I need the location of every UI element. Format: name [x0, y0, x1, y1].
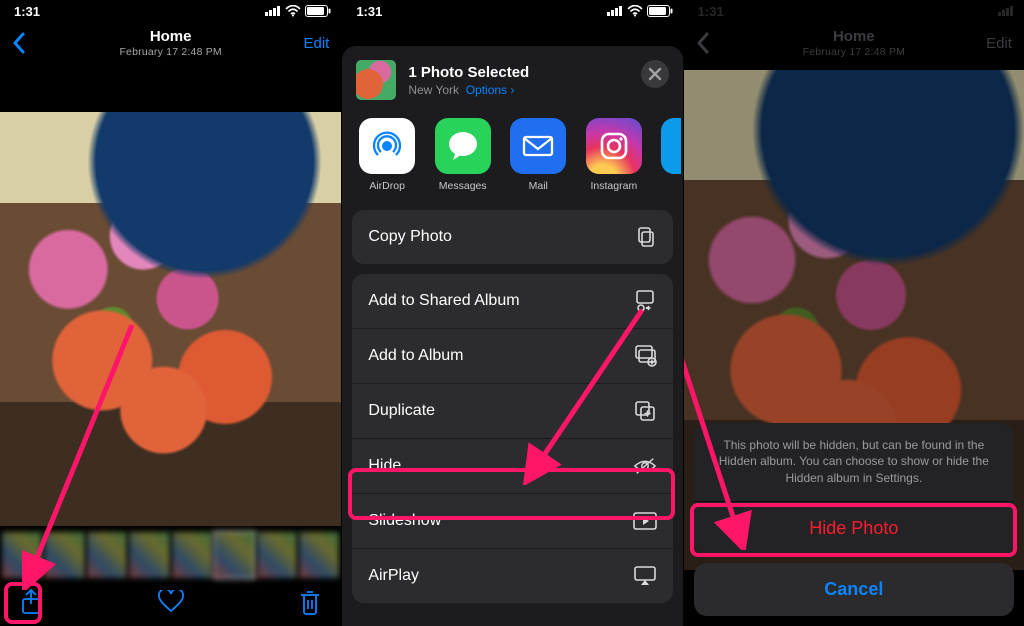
cell-signal-icon: [607, 6, 623, 16]
photo-viewer[interactable]: [0, 112, 341, 526]
thumbnail[interactable]: [129, 532, 169, 578]
page-title: Home: [0, 29, 341, 44]
app-mail[interactable]: Mail: [509, 118, 567, 192]
mail-icon: [510, 118, 566, 174]
hide-photo-button[interactable]: Hide Photo: [694, 501, 1014, 555]
page-title: Home: [684, 29, 1024, 44]
app-label: Instagram: [585, 180, 643, 192]
favorite-button[interactable]: [158, 589, 184, 615]
thumbnail[interactable]: [87, 532, 127, 578]
action-duplicate[interactable]: Duplicate: [352, 384, 672, 439]
back-button[interactable]: [12, 32, 26, 54]
add-album-icon: [633, 344, 657, 368]
confirm-message: This photo will be hidden, but can be fo…: [694, 423, 1014, 501]
thumbnail-selected[interactable]: [214, 532, 254, 578]
share-button[interactable]: [18, 589, 44, 615]
share-title: 1 Photo Selected: [408, 64, 529, 81]
photo-content: [0, 112, 341, 526]
cell-signal-icon: [265, 6, 281, 16]
edit-button[interactable]: Edit: [303, 35, 329, 52]
clock: 1:31: [356, 4, 382, 19]
airplay-icon: [633, 564, 657, 588]
action-label: Add to Shared Album: [368, 292, 519, 310]
nav-bar: Home February 17 2:48 PM Edit: [0, 22, 341, 64]
hide-icon: [633, 454, 657, 478]
action-label: Hide: [368, 457, 401, 475]
panel-hide-confirm: 1:31 Home February 17 2:48 PM Edit This …: [683, 0, 1024, 626]
status-right: [265, 5, 331, 17]
airdrop-icon: [359, 118, 415, 174]
app-label: Mail: [509, 180, 567, 192]
instagram-icon: [586, 118, 642, 174]
page-subtitle: February 17 2:48 PM: [0, 46, 341, 58]
app-messages[interactable]: Messages: [434, 118, 492, 192]
options-link[interactable]: Options ›: [466, 83, 515, 97]
action-copy-photo[interactable]: Copy Photo: [352, 210, 672, 264]
wifi-icon: [285, 5, 301, 17]
nav-bar: Home February 17 2:48 PM Edit: [684, 22, 1024, 64]
shared-album-icon: [633, 289, 657, 313]
action-slideshow[interactable]: Slideshow: [352, 494, 672, 549]
action-label: Copy Photo: [368, 228, 452, 246]
status-bar: 1:31: [0, 0, 341, 20]
share-apps-row[interactable]: AirDrop Messages Mail Instagram: [342, 112, 682, 210]
share-sheet: 1 Photo Selected New York Options › AirD…: [342, 46, 682, 626]
status-bar: 1:31: [342, 0, 682, 20]
thumbnail[interactable]: [257, 532, 297, 578]
share-sheet-header: 1 Photo Selected New York Options ›: [342, 46, 682, 112]
edit-button[interactable]: Edit: [986, 35, 1012, 52]
share-subtitle: New York Options ›: [408, 83, 529, 97]
action-label: AirPlay: [368, 567, 419, 585]
thumbnail[interactable]: [172, 532, 212, 578]
cancel-button[interactable]: Cancel: [694, 563, 1014, 616]
wifi-icon: [627, 5, 643, 17]
action-group-2: Add to Shared Album Add to Album Duplica…: [352, 274, 672, 603]
action-add-album[interactable]: Add to Album: [352, 329, 672, 384]
bottom-toolbar: [0, 578, 341, 626]
thumbnail[interactable]: [2, 532, 42, 578]
action-group-1: Copy Photo: [352, 210, 672, 264]
thumbnail-strip[interactable]: [0, 532, 341, 578]
action-sheet: This photo will be hidden, but can be fo…: [694, 423, 1014, 616]
action-airplay[interactable]: AirPlay: [352, 549, 672, 603]
close-button[interactable]: [641, 60, 669, 88]
clock: 1:31: [698, 4, 724, 19]
status-right: [607, 5, 673, 17]
app-instagram[interactable]: Instagram: [585, 118, 643, 192]
copy-icon: [633, 225, 657, 249]
thumbnail[interactable]: [44, 532, 84, 578]
app-extra-icon: [661, 118, 681, 174]
app-label: AirDrop: [358, 180, 416, 192]
battery-icon: [305, 5, 331, 17]
page-subtitle: February 17 2:48 PM: [684, 46, 1024, 58]
action-add-shared-album[interactable]: Add to Shared Album: [352, 274, 672, 329]
selected-photo-thumb: [356, 60, 396, 100]
thumbnail[interactable]: [299, 532, 339, 578]
clock: 1:31: [14, 4, 40, 19]
back-button[interactable]: [696, 32, 710, 54]
action-label: Add to Album: [368, 347, 463, 365]
app-label: Messages: [434, 180, 492, 192]
share-location: New York: [408, 83, 459, 97]
slideshow-icon: [633, 509, 657, 533]
action-label: Slideshow: [368, 512, 441, 530]
app-more-peek[interactable]: [661, 118, 681, 192]
action-hide[interactable]: Hide: [352, 439, 672, 494]
battery-icon: [647, 5, 673, 17]
duplicate-icon: [633, 399, 657, 423]
panel-share-sheet: 1:31 1 Photo Selected New York Options ›: [341, 0, 682, 626]
panel-photo-detail: 1:31 Home February 17 2:48 PM Edit: [0, 0, 341, 626]
action-label: Duplicate: [368, 402, 435, 420]
delete-button[interactable]: [297, 589, 323, 615]
messages-icon: [435, 118, 491, 174]
status-bar: 1:31: [684, 0, 1024, 20]
app-airdrop[interactable]: AirDrop: [358, 118, 416, 192]
